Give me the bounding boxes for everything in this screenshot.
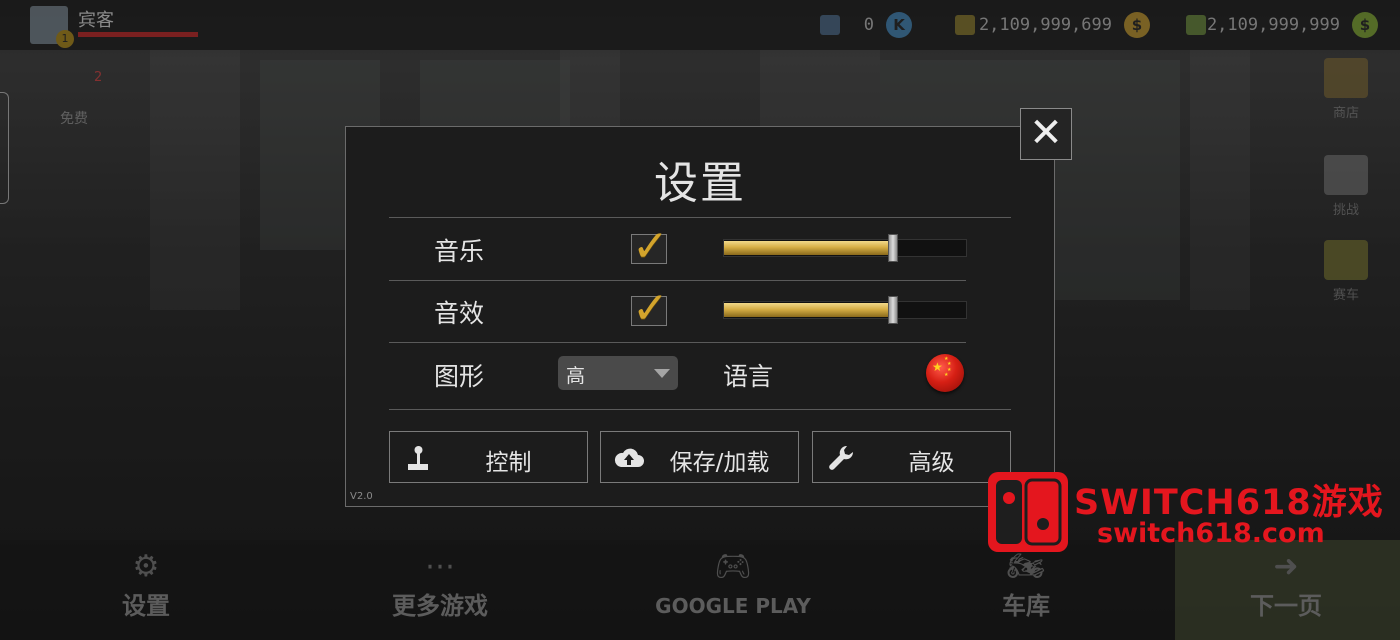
chevron-down-icon xyxy=(654,369,670,378)
watermark-line2: switch618.com xyxy=(1097,518,1325,549)
language-label: 语言 xyxy=(723,362,774,391)
sfx-volume-knob[interactable] xyxy=(888,296,899,324)
cash-coin-icon: $ xyxy=(1124,12,1150,38)
dialog-title: 设置 xyxy=(654,158,746,209)
divider xyxy=(389,342,966,343)
nav-next-button[interactable]: ➜ 下一页 xyxy=(1196,548,1376,626)
free-reward-button[interactable]: 2 免费 xyxy=(44,66,104,128)
checkmark-icon: ✓ xyxy=(632,221,669,272)
player-avatar[interactable]: 1 xyxy=(30,6,74,48)
music-label: 音乐 xyxy=(434,237,485,266)
graphics-label: 图形 xyxy=(434,362,485,391)
token-coin-icon: K xyxy=(886,12,912,38)
top-hud: 1 宾客 0 K 2,109,999,699 $ 2,109,999,999 $ xyxy=(0,0,1400,50)
graphics-quality-select[interactable]: 高 xyxy=(558,356,678,390)
free-reward-label: 免费 xyxy=(60,111,88,127)
nav-google-play-label: GOOGLE PLAY xyxy=(655,594,811,618)
controls-button[interactable]: 控制 xyxy=(389,431,588,483)
nav-google-play-button[interactable]: 🎮︎ GOOGLE PLAY xyxy=(643,548,823,626)
divider xyxy=(389,409,1011,410)
sfx-volume-fill xyxy=(724,303,894,317)
advanced-button[interactable]: 高级 xyxy=(812,431,1011,483)
nav-next-label: 下一页 xyxy=(1250,592,1322,620)
money-coin-icon: $ xyxy=(1352,12,1378,38)
shop-button[interactable]: 商店 xyxy=(1322,58,1370,121)
currency-1-value: 0 xyxy=(863,15,874,35)
checkmark-icon: ✓ xyxy=(632,283,669,334)
music-checkbox[interactable]: ✓ xyxy=(631,221,669,272)
free-reward-badge: 2 xyxy=(94,70,103,85)
music-volume-slider[interactable] xyxy=(723,234,967,262)
nav-more-games-label: 更多游戏 xyxy=(392,592,488,620)
nav-settings-label: 设置 xyxy=(122,592,170,620)
race-label: 赛车 xyxy=(1332,288,1359,303)
player-name: 宾客 xyxy=(78,10,114,31)
race-button[interactable]: 赛车 xyxy=(1322,240,1370,303)
currency-3[interactable]: 2,109,999,999 $ xyxy=(1186,12,1378,38)
settings-dialog: 设置 音乐 ✓ 音效 ✓ 图形 高 语言 ★ ★ ★ ★ ★ 控制 保存/加载 … xyxy=(345,126,1055,507)
gem-icon xyxy=(820,15,840,35)
music-volume-knob[interactable] xyxy=(888,234,899,262)
version-label: V2.0 xyxy=(350,491,373,502)
close-icon: ✕ xyxy=(1029,110,1063,156)
currency-2[interactable]: 2,109,999,699 $ xyxy=(955,12,1150,38)
nav-more-games-button[interactable]: ⋯ 更多游戏 xyxy=(350,548,530,626)
close-button[interactable]: ✕ xyxy=(1020,108,1072,160)
race-icon xyxy=(1324,240,1368,280)
gamepad-icon: 🎮︎ xyxy=(713,549,753,584)
nav-garage-label: 车库 xyxy=(1002,592,1050,620)
shop-label: 商店 xyxy=(1332,106,1359,121)
add-money-icon xyxy=(1186,15,1206,35)
challenge-button[interactable]: 挑战 xyxy=(1322,155,1370,218)
currency-3-value: 2,109,999,999 xyxy=(1206,15,1340,35)
shop-icon xyxy=(1324,58,1368,98)
divider xyxy=(389,217,1011,218)
arrow-right-icon: ➜ xyxy=(1273,549,1299,584)
sfx-checkbox[interactable]: ✓ xyxy=(631,283,669,334)
divider xyxy=(389,280,966,281)
nav-settings-button[interactable]: ⚙ 设置 xyxy=(56,548,236,626)
xp-bar xyxy=(78,32,198,37)
save-load-label: 保存/加载 xyxy=(669,450,770,476)
nav-garage-button[interactable]: 🏍︎ 车库 xyxy=(936,548,1116,626)
side-drawer-handle[interactable] xyxy=(0,92,9,204)
sfx-volume-slider[interactable] xyxy=(723,296,967,324)
watermark-logo xyxy=(988,472,1068,552)
gear-icon: ⚙ xyxy=(132,549,160,584)
music-volume-fill xyxy=(724,241,894,255)
china-flag-icon[interactable]: ★ ★ ★ ★ ★ xyxy=(926,354,964,392)
challenge-label: 挑战 xyxy=(1332,203,1359,218)
challenge-icon xyxy=(1324,155,1368,195)
graphics-quality-value: 高 xyxy=(566,365,586,387)
currency-2-value: 2,109,999,699 xyxy=(978,15,1112,35)
save-load-button[interactable]: 保存/加载 xyxy=(600,431,799,483)
controls-label: 控制 xyxy=(485,450,532,476)
add-cash-icon xyxy=(955,15,975,35)
player-level-badge: 1 xyxy=(56,30,74,48)
sfx-label: 音效 xyxy=(434,299,485,328)
currency-1[interactable]: 0 K xyxy=(820,12,912,38)
more-dots-icon: ⋯ xyxy=(425,549,455,584)
